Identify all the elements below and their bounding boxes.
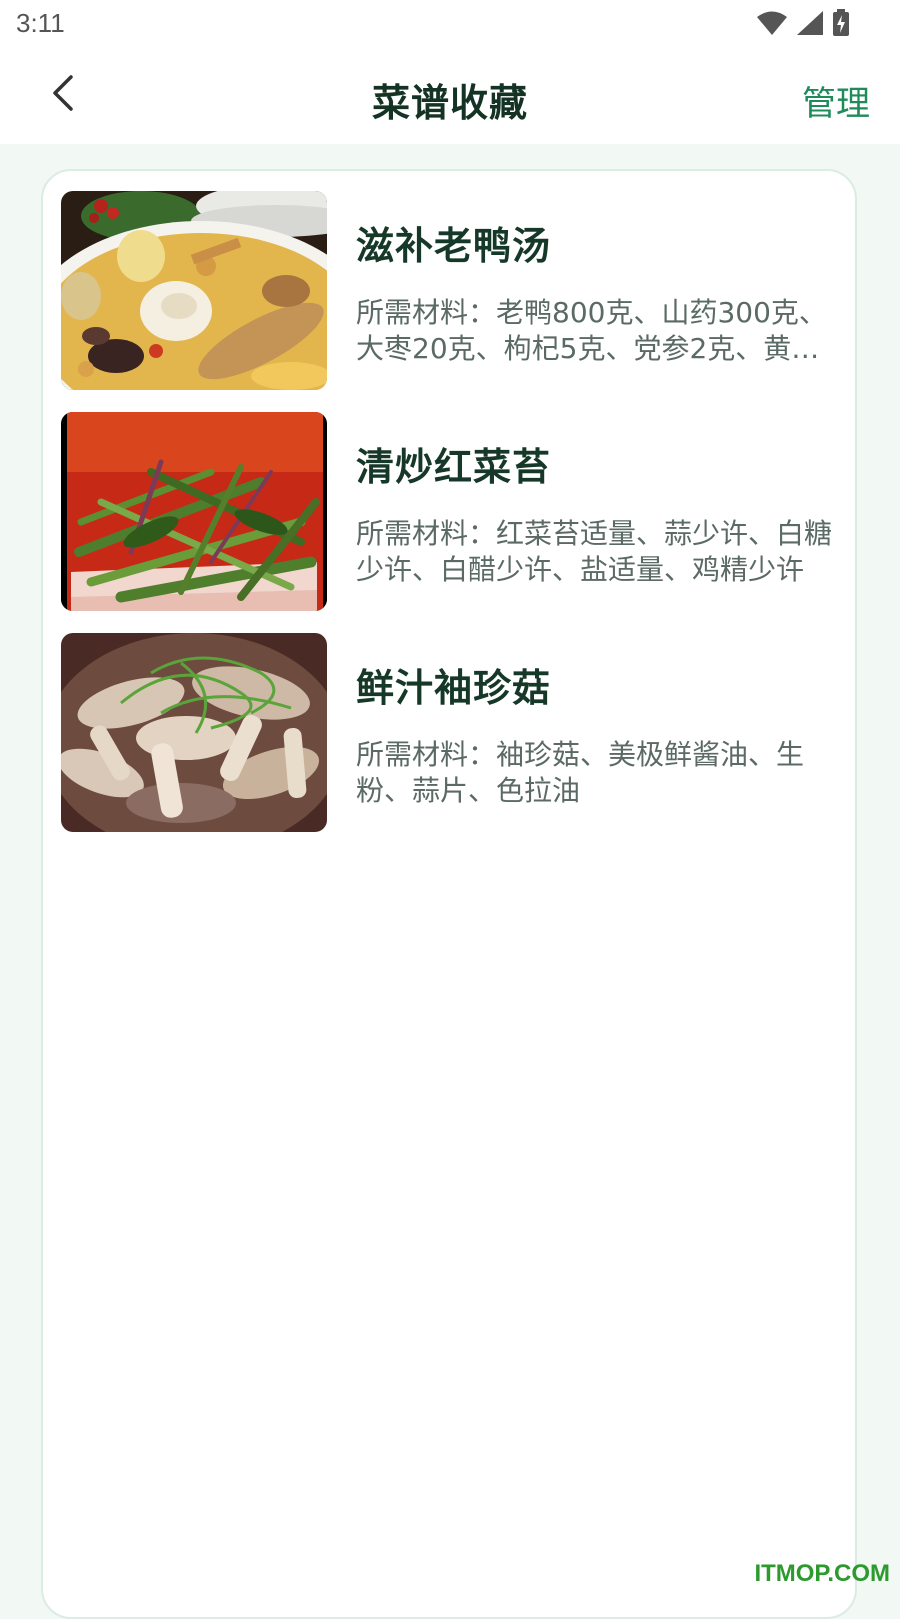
recipe-item[interactable]: 鲜汁袖珍菇 所需材料：袖珍菇、美极鲜酱油、生粉、蒜片、色拉油 xyxy=(61,633,841,833)
favorites-card: 滋补老鸭汤 所需材料：老鸭800克、山药300克、大枣20克、枸杞5克、党参2克… xyxy=(41,169,857,1619)
battery-charging-icon xyxy=(832,9,850,41)
recipe-item[interactable]: 清炒红菜苔 所需材料：红菜苔适量、蒜少许、白糖少许、白醋少许、盐适量、鸡精少许 xyxy=(61,412,841,612)
watermark: ITMOP.COM xyxy=(754,1560,890,1587)
signal-icon xyxy=(796,10,824,40)
recipe-image-red-vegetable xyxy=(61,412,327,611)
wifi-icon xyxy=(756,10,788,40)
recipe-title: 鲜汁袖珍菇 xyxy=(356,666,552,710)
recipe-image-duck-soup xyxy=(61,191,327,390)
recipe-image-mushroom xyxy=(61,633,327,832)
header: 菜谱收藏 管理 xyxy=(0,50,900,144)
recipe-ingredients: 所需材料：老鸭800克、山药300克、大枣20克、枸杞5克、党参2克、黄芪2克 xyxy=(356,296,827,365)
recipe-title: 清炒红菜苔 xyxy=(356,445,552,489)
status-icons xyxy=(756,9,850,41)
status-bar: 3:11 xyxy=(0,0,900,50)
page-title: 菜谱收藏 xyxy=(371,81,528,125)
status-time: 3:11 xyxy=(16,8,65,38)
recipe-ingredients: 所需材料：红菜苔适量、蒜少许、白糖少许、白醋少许、盐适量、鸡精少许 xyxy=(356,517,833,586)
manage-button[interactable]: 管理 xyxy=(802,76,870,125)
recipe-item[interactable]: 滋补老鸭汤 所需材料：老鸭800克、山药300克、大枣20克、枸杞5克、党参2克… xyxy=(61,191,841,391)
recipe-ingredients: 所需材料：袖珍菇、美极鲜酱油、生粉、蒜片、色拉油 xyxy=(356,738,805,807)
recipe-title: 滋补老鸭汤 xyxy=(356,224,552,268)
